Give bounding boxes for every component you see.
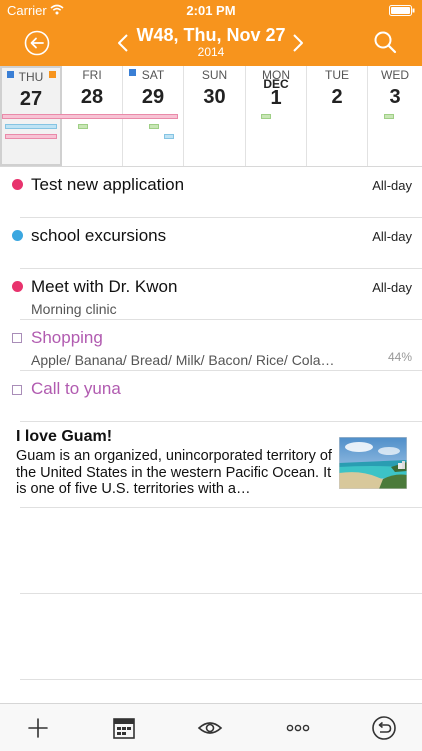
week-strip: THU 27 FRI 28 SAT 29 SUN 30 MON DEC 1 TU… <box>0 66 422 167</box>
page-subtitle: 2014 <box>197 45 225 59</box>
todo-flag-icon <box>49 71 56 78</box>
event-bar <box>164 134 174 139</box>
bottom-toolbar <box>0 703 422 751</box>
event-title: Meet with Dr. Kwon <box>31 277 178 296</box>
event-bar <box>149 124 159 129</box>
day-number: 27 <box>19 88 43 110</box>
battery-icon <box>389 5 415 16</box>
day-name: SAT <box>141 68 165 82</box>
beach-photo-thumbnail <box>339 437 407 489</box>
undo-icon[interactable] <box>371 715 397 741</box>
day-mon-1[interactable]: MON DEC 1 <box>246 66 307 166</box>
todo-detail: Apple/ Banana/ Bread/ Milk/ Bacon/ Rice/… <box>31 352 335 368</box>
list-item[interactable]: Meet with Dr. Kwon All-day Morning clini… <box>0 268 422 319</box>
event-bar <box>261 114 271 119</box>
status-bar: Carrier 2:01 PM <box>0 0 422 20</box>
todo-progress: 44% <box>387 350 412 364</box>
divider <box>20 679 422 680</box>
day-name: FRI <box>82 68 102 82</box>
plus-icon[interactable] <box>25 715 51 741</box>
day-tue-2[interactable]: TUE 2 <box>307 66 368 166</box>
day-name: SUN <box>201 68 228 82</box>
day-number: 28 <box>80 86 104 108</box>
note-item[interactable]: I love Guam! Guam is an organized, uninc… <box>0 421 422 507</box>
note-body: Guam is an organized, unincorporated ter… <box>16 448 332 497</box>
day-number: 2 <box>331 86 343 108</box>
event-bar <box>2 114 178 119</box>
event-color-dot <box>12 230 23 241</box>
allday-label: All-day <box>372 229 412 244</box>
event-bar <box>5 134 57 139</box>
calendar-icon[interactable] <box>111 715 137 741</box>
event-subtitle: Morning clinic <box>31 301 117 317</box>
event-color-dot <box>12 281 23 292</box>
event-title: Test new application <box>31 175 185 194</box>
event-bar <box>5 124 57 129</box>
todo-title: Shopping <box>31 328 103 347</box>
event-color-dot <box>12 179 23 190</box>
note-title: I love Guam! <box>16 428 113 445</box>
eye-icon[interactable] <box>197 715 223 741</box>
next-day-button[interactable] <box>292 34 304 52</box>
allday-label: All-day <box>372 178 412 193</box>
event-bar <box>384 114 394 119</box>
event-bar <box>78 124 88 129</box>
list-item[interactable]: Call to yuna <box>0 370 422 421</box>
divider <box>20 507 422 508</box>
day-number: 30 <box>203 86 226 108</box>
event-title: school excursions <box>31 226 167 245</box>
day-number: 3 <box>389 86 401 108</box>
app-header: Carrier 2:01 PM W48, Thu, Nov 27 2014 <box>0 0 422 66</box>
day-number: 1 <box>270 87 282 109</box>
day-sun-30[interactable]: SUN 30 <box>184 66 246 166</box>
search-icon[interactable] <box>373 30 397 54</box>
status-time: 2:01 PM <box>186 3 236 18</box>
todo-checkbox[interactable] <box>12 333 22 343</box>
divider <box>20 593 422 594</box>
list-item[interactable]: Shopping Apple/ Banana/ Bread/ Milk/ Bac… <box>0 319 422 370</box>
day-name: TUE <box>325 68 349 82</box>
day-number: 29 <box>141 86 165 108</box>
allday-label: All-day <box>372 280 412 295</box>
todo-title: Call to yuna <box>31 379 121 398</box>
list-item[interactable]: school excursions All-day <box>0 217 422 268</box>
more-icon[interactable] <box>285 715 311 741</box>
todo-checkbox[interactable] <box>12 385 22 395</box>
day-name: WED <box>381 68 409 82</box>
page-title: W48, Thu, Nov 27 <box>136 25 286 45</box>
day-wed-3[interactable]: WED 3 <box>368 66 422 166</box>
list-item[interactable]: Test new application All-day <box>0 166 422 217</box>
